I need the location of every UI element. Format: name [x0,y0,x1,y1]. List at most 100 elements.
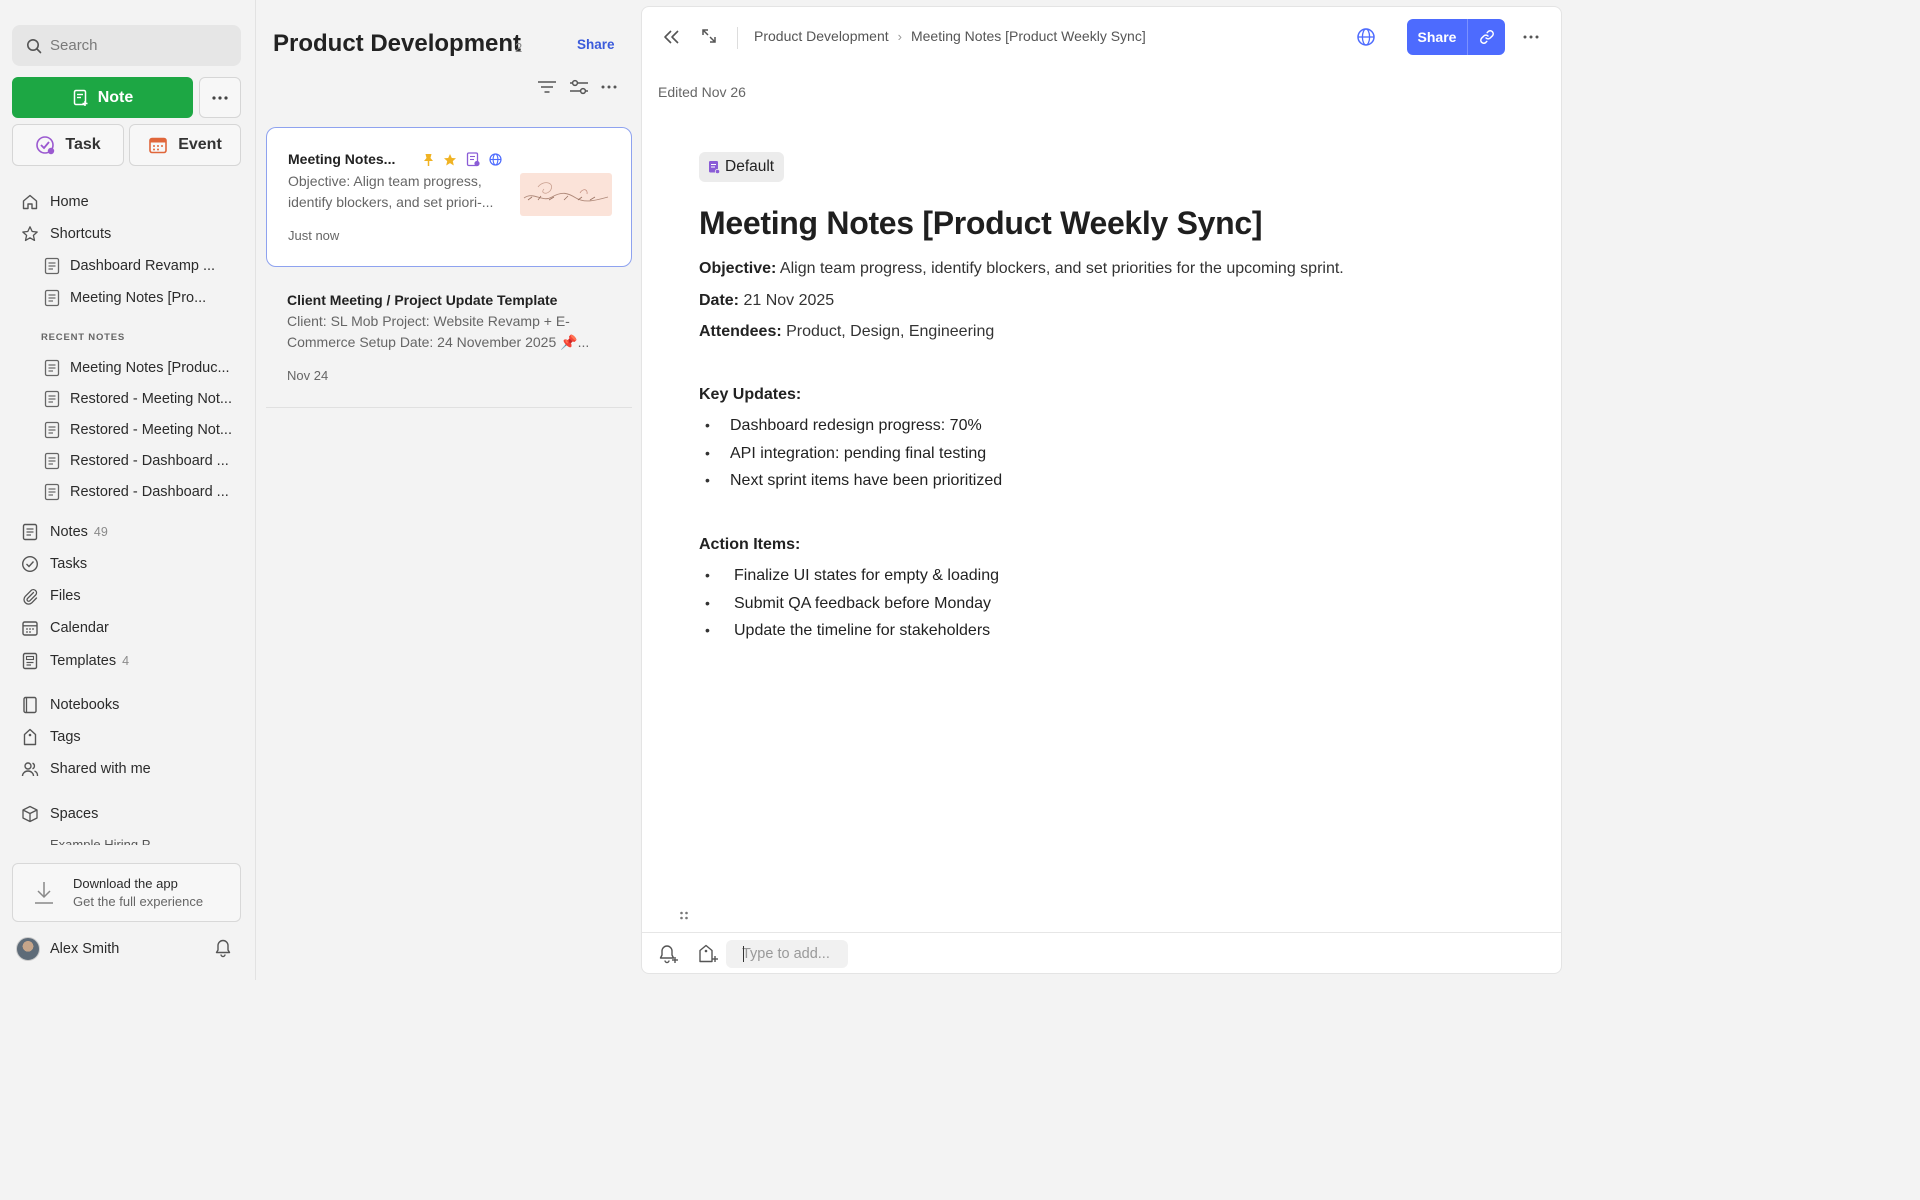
note-icon [44,289,60,307]
note-count: 2 [515,40,523,55]
breadcrumb-notebook[interactable]: Product Development [754,28,889,44]
tag-input-placeholder: Type to add... [742,946,830,962]
add-tag-icon[interactable] [697,943,719,965]
collapse-left-icon[interactable] [662,27,682,47]
sidebar-item-label: Notebooks [50,697,120,713]
list-item[interactable]: Dashboard redesign progress: 70% [705,417,1002,445]
notebook-icon [20,695,40,715]
more-options-icon[interactable] [1523,35,1539,39]
note-card[interactable]: Client Meeting / Project Update Template… [266,280,632,408]
recent-note-item[interactable]: Meeting Notes [Produc... [44,354,240,382]
sidebar-item-spaces[interactable]: Spaces [20,800,98,828]
share-button[interactable]: Share [1407,19,1468,55]
template-tag-label: Default [725,158,775,175]
sidebar-item-tasks[interactable]: Tasks [20,550,87,578]
new-event-button[interactable]: Event [129,124,241,166]
sidebar-item-shortcuts[interactable]: Shortcuts [20,220,111,248]
recent-note-label: Restored - Meeting Not... [70,391,232,407]
date-text: 21 Nov 2025 [739,292,835,309]
toolbar-divider [737,27,738,49]
note-icon [44,483,60,501]
recent-note-item[interactable]: Restored - Dashboard ... [44,447,240,475]
sidebar-item-templates[interactable]: Templates 4 [20,647,129,675]
star-filled-icon [443,153,457,167]
new-note-button[interactable]: Note [12,77,193,118]
shortcut-item[interactable]: Dashboard Revamp ... [44,252,240,280]
sidebar-item-label: Tags [50,729,81,745]
sidebar-item-files[interactable]: Files [20,582,81,610]
add-reminder-icon[interactable] [657,943,679,965]
objective-text: Align team progress, identify blockers, … [776,260,1344,277]
action-items-heading[interactable]: Action Items: [699,536,800,554]
sidebar-item-label: Shortcuts [50,226,112,242]
sidebar-item-label: Spaces [50,806,99,822]
drag-handle-icon[interactable] [679,910,689,922]
globe-icon[interactable] [1356,27,1376,47]
sidebar-item-shared[interactable]: Shared with me [20,755,151,783]
attendees-text: Product, Design, Engineering [781,323,995,340]
sidebar-item-label: Tasks [50,556,88,572]
note-card-time: Nov 24 [287,368,329,383]
note-card-title: Client Meeting / Project Update Template [287,292,558,308]
template-tag[interactable]: Default [699,152,785,182]
tag-input[interactable]: Type to add... [726,940,848,968]
globe-icon [489,153,502,166]
editor-toolbar: Product Development › Meeting Notes [Pro… [642,7,1561,67]
download-title: Download the app [73,876,178,891]
notes-icon [20,522,40,542]
users-icon [20,759,40,779]
list-item[interactable]: Finalize UI states for empty & loading [705,567,999,595]
list-item[interactable]: Update the timeline for stakeholders [705,622,999,650]
sidebar-item-tags[interactable]: Tags [20,723,81,751]
text-caret [743,946,744,962]
sidebar-item-label: Files [50,588,81,604]
user-account[interactable]: Alex Smith [16,935,241,963]
space-item-partial[interactable]: Example Hiring P... [50,836,200,845]
search-icon [26,38,42,54]
check-circle-icon [20,554,40,574]
attendees-line[interactable]: Attendees: Product, Design, Engineering [699,323,994,341]
recent-note-item[interactable]: Restored - Meeting Not... [44,385,240,413]
bell-icon[interactable] [213,938,233,958]
list-item[interactable]: API integration: pending final testing [705,445,1002,473]
search-input[interactable]: Search [12,25,241,66]
sort-options-icon[interactable] [569,78,589,96]
note-title[interactable]: Meeting Notes [Product Weekly Sync] [699,205,1263,242]
share-notebook-button[interactable]: Share [577,37,615,52]
sidebar: Search Note Task Event Home Shortcuts Da… [0,0,256,980]
new-task-button[interactable]: Task [12,124,124,166]
sidebar-item-label: Calendar [50,620,109,636]
download-app-banner[interactable]: Download the app Get the full experience [12,863,241,922]
note-card-snippet: Objective: Align team progress, identify… [288,173,494,210]
sidebar-item-home[interactable]: Home [20,188,89,216]
copy-link-button[interactable] [1468,19,1505,55]
note-card-snippet: Client: SL Mob Project: Website Revamp +… [287,313,590,350]
date-line[interactable]: Date: 21 Nov 2025 [699,292,834,310]
breadcrumb-note[interactable]: Meeting Notes [Product Weekly Sync] [911,28,1146,44]
note-card-selected[interactable]: Meeting Notes... Objective: Align team p… [266,127,632,267]
note-icon [44,257,60,275]
templates-count: 4 [122,654,130,668]
sidebar-item-notebooks[interactable]: Notebooks [20,691,119,719]
key-updates-heading[interactable]: Key Updates: [699,386,801,404]
recent-note-item[interactable]: Restored - Dashboard ... [44,478,240,506]
list-item[interactable]: Next sprint items have been prioritized [705,472,1002,500]
list-item[interactable]: Submit QA feedback before Monday [705,595,999,623]
expand-icon[interactable] [700,27,718,45]
breadcrumb: Product Development › Meeting Notes [Pro… [754,28,1146,44]
sidebar-item-calendar[interactable]: Calendar [20,614,109,642]
objective-line[interactable]: Objective: Align team progress, identify… [699,260,1344,278]
more-options-icon[interactable] [601,85,617,89]
tag-icon [20,727,40,747]
sidebar-item-notes[interactable]: Notes 49 [20,518,108,546]
star-icon [20,224,40,244]
date-label: Date: [699,292,740,309]
shortcut-item[interactable]: Meeting Notes [Pro... [44,284,240,312]
note-icon [44,421,60,439]
search-placeholder: Search [50,37,98,54]
more-create-button[interactable] [199,77,241,118]
recent-note-item[interactable]: Restored - Meeting Not... [44,416,240,444]
ellipsis-icon [212,95,228,100]
filter-icon[interactable] [537,79,557,95]
home-icon [20,192,40,212]
